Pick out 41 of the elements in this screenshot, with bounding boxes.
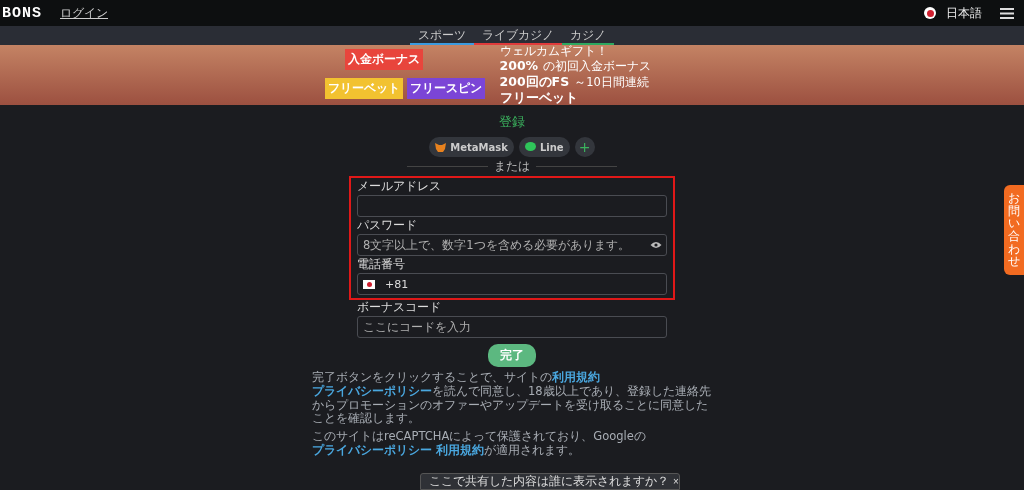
banner-headline: 200回のFS	[499, 74, 570, 89]
line-button[interactable]: Line	[518, 137, 570, 157]
bonus-code-field[interactable]: ここにコードを入力	[357, 316, 667, 338]
popup-text: ここで共有した内容は誰に表示されますか？	[429, 474, 669, 489]
field-label: 電話番号	[357, 258, 406, 271]
policy-link[interactable]: 利用規約	[435, 443, 484, 457]
metamask-button[interactable]: MetaMask	[429, 137, 514, 157]
bonus-tag: フリーベット	[324, 78, 403, 99]
banner-note: ～10日間連続	[574, 75, 649, 90]
chat-bubble-icon	[524, 142, 536, 152]
login-link[interactable]: ログイン	[60, 5, 108, 21]
email-field[interactable]	[357, 195, 667, 217]
phone-field[interactable]: +81	[357, 273, 667, 295]
promo-banner[interactable]: 入金ボーナス フリーベット フリースピン ウェルカムギフト！ 200% の初回入金ボーナス 200回のFS ～10日間連続 フリーベット	[0, 45, 1024, 105]
logo[interactable]: BONS	[2, 4, 42, 22]
flag-icon	[924, 7, 936, 19]
bonus-tag: 入金ボーナス	[344, 49, 423, 70]
password-field[interactable]: 8文字以上で、数字1つを含める必要があります。	[357, 234, 667, 256]
terms-text: 完了ボタンをクリックすることで、サイトの利用規約 プライバシーポリシーを読んで同意し、18歳以上であり、登録した連絡先からプロモーションのオファーやアップデートを受け取ることに同意したことを確認します。	[312, 371, 712, 427]
policy-link[interactable]: プライバシーポリシー	[312, 443, 432, 457]
banner-subtitle: ウェルカムギフト！	[499, 45, 609, 58]
field-label: パスワード	[357, 219, 418, 232]
banner-headline: 200%	[499, 58, 539, 73]
more-options-button[interactable]: +	[574, 137, 595, 157]
policy-link[interactable]: プライバシーポリシー	[312, 383, 432, 398]
policy-link[interactable]: 利用規約	[552, 370, 600, 384]
eye-icon[interactable]	[650, 241, 662, 249]
banner-headline: フリーベット	[499, 90, 578, 105]
close-button[interactable]: ×	[673, 476, 679, 487]
field-label: ボーナスコード	[357, 301, 442, 314]
menu-icon[interactable]	[1000, 7, 1014, 19]
field-label: メールアドレス	[357, 180, 442, 193]
fox-icon	[435, 142, 447, 152]
language-selector[interactable]: 日本語	[946, 5, 982, 21]
flag-icon	[363, 279, 375, 289]
country-code: +81	[385, 277, 409, 291]
form-title: 登録	[499, 113, 525, 131]
banner-note: の初回入金ボーナス	[543, 59, 652, 74]
terms-text: このサイトはreCAPTCHAによって保護されており、Googleの プライバシーポリシー 利用規約が適用されます。	[312, 430, 647, 458]
divider-label: または	[494, 159, 530, 174]
bonus-tag: フリースピン	[406, 78, 485, 99]
